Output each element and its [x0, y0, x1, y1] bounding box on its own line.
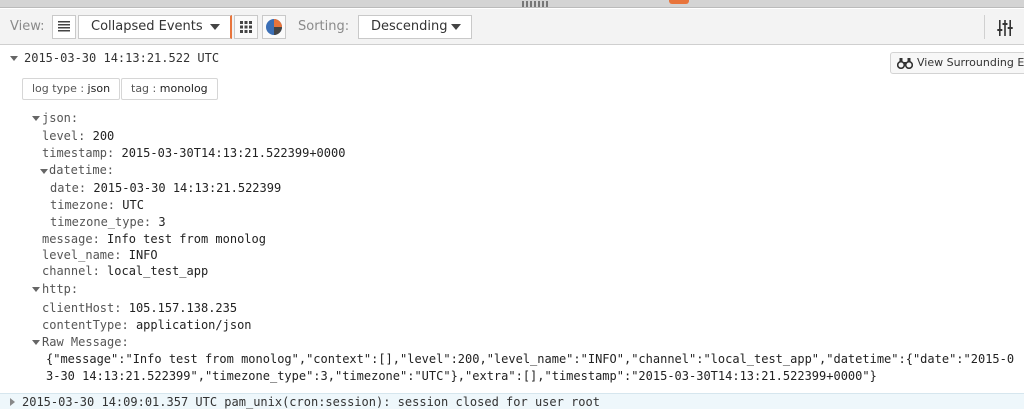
collapse-triangle-icon[interactable]: [40, 169, 48, 174]
splitter-bar[interactable]: [0, 0, 1024, 8]
sorting-label: Sorting:: [298, 19, 350, 34]
field-content-type: contentType: application/json: [42, 318, 252, 332]
tag-value: json: [87, 82, 111, 95]
list-icon: [58, 21, 70, 32]
field-timezone: timezone: UTC: [50, 198, 144, 212]
tag-log-type[interactable]: log type : json: [22, 78, 121, 100]
collapsed-event-summary: 2015-03-30 14:09:01.357 UTC pam_unix(cro…: [22, 395, 600, 409]
collapse-triangle-icon[interactable]: [10, 56, 18, 61]
sort-order-value: Descending: [371, 19, 448, 34]
binoculars-icon: [897, 58, 913, 69]
sliders-icon: [997, 20, 1013, 36]
toolbar: View: Collapsed Events Sorting: Descendi…: [0, 9, 1024, 45]
event-header[interactable]: 2015-03-30 14:13:21.522 UTC: [0, 46, 1024, 70]
tag-key: log type: [32, 82, 77, 95]
tag-tag[interactable]: tag : monolog: [121, 78, 218, 100]
field-channel: channel: local_test_app: [42, 264, 209, 278]
chevron-down-icon: [210, 24, 220, 30]
grid-view-button[interactable]: [234, 15, 258, 39]
view-mode-select[interactable]: Collapsed Events: [78, 15, 232, 39]
collapsed-event-row[interactable]: 2015-03-30 14:09:01.357 UTC pam_unix(cro…: [0, 393, 1024, 409]
json-group-label[interactable]: json:: [42, 110, 78, 126]
expand-triangle-icon[interactable]: [10, 398, 15, 406]
field-level: level: 200: [42, 129, 115, 143]
view-surrounding-events-button[interactable]: View Surrounding Events: [890, 52, 1024, 74]
field-message: message: Info test from monolog: [42, 232, 266, 246]
column-settings-button[interactable]: [994, 18, 1016, 38]
field-timezone-type: timezone_type: 3: [50, 215, 166, 229]
splitter-grip-icon[interactable]: [522, 1, 548, 7]
view-mode-value: Collapsed Events: [91, 19, 203, 34]
tag-value: monolog: [159, 82, 208, 95]
raw-message-text: {"message":"Info test from monolog","con…: [46, 352, 1015, 383]
field-timestamp: timestamp: 2015-03-30T14:13:21.522399+00…: [42, 146, 346, 160]
chart-view-button[interactable]: [262, 15, 286, 39]
http-group-label[interactable]: http:: [42, 281, 78, 297]
collapse-triangle-icon[interactable]: [32, 287, 40, 292]
sort-order-select[interactable]: Descending: [358, 15, 472, 39]
event-timestamp: 2015-03-30 14:13:21.522 UTC: [24, 51, 220, 65]
view-surrounding-events-label: View Surrounding Events: [917, 56, 1024, 69]
grid-icon: [240, 21, 252, 33]
field-level-name: level_name: INFO: [42, 248, 158, 262]
collapse-triangle-icon[interactable]: [32, 116, 40, 121]
view-label: View:: [10, 19, 45, 34]
field-client-host: clientHost: 105.157.138.235: [42, 301, 238, 315]
raw-message-label[interactable]: Raw Message:: [42, 334, 129, 350]
pie-chart-icon: [266, 19, 282, 35]
chevron-down-icon: [451, 24, 461, 30]
list-view-button[interactable]: [52, 15, 76, 39]
accent-tab: [669, 0, 689, 4]
collapse-triangle-icon[interactable]: [32, 340, 40, 345]
tag-key: tag: [131, 82, 150, 95]
datetime-group-label[interactable]: datetime:: [49, 162, 114, 178]
toolbar-divider: [984, 15, 985, 39]
field-date: date: 2015-03-30 14:13:21.522399: [50, 181, 282, 195]
